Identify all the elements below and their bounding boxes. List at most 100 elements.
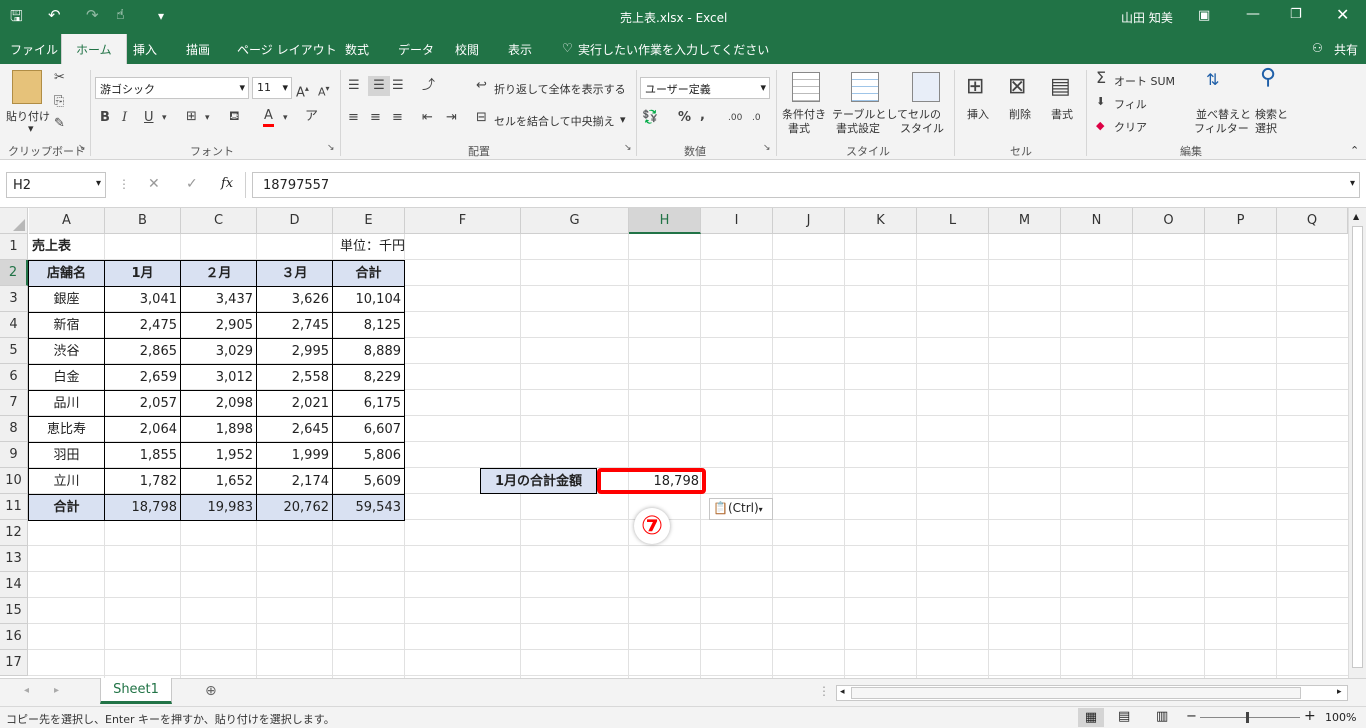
table-header-cell[interactable]: ２月 — [180, 260, 257, 287]
save-icon[interactable]: 🖫 — [10, 6, 23, 31]
tab-formulas[interactable]: 数式 — [345, 41, 369, 58]
wrap-text-icon[interactable]: ↩ — [476, 78, 487, 94]
enter-icon[interactable]: ✓ — [186, 176, 198, 192]
clear-button[interactable]: クリア — [1114, 119, 1147, 135]
select-all-button[interactable] — [0, 208, 28, 234]
increase-indent-icon[interactable]: ⇥ — [446, 110, 457, 126]
tell-me-box[interactable]: 実行したい作業を入力してください — [578, 41, 769, 58]
side-label[interactable]: 1月の合計金額 — [480, 468, 597, 494]
cell-styles-icon[interactable] — [912, 72, 940, 102]
collapse-ribbon-icon[interactable]: ⌃ — [1350, 144, 1359, 157]
row-header[interactable]: 8 — [0, 416, 28, 442]
table-cell[interactable]: 3,437 — [180, 286, 257, 313]
column-header[interactable]: I — [701, 208, 773, 234]
conditional-formatting-button-line2[interactable]: 書式 — [788, 120, 810, 136]
copy-icon[interactable]: ⎘ — [54, 94, 64, 110]
clear-icon[interactable]: ◆ — [1096, 118, 1104, 134]
table-cell[interactable]: 3,041 — [104, 286, 181, 313]
table-cell[interactable]: 8,889 — [332, 338, 405, 365]
redo-icon[interactable]: ↷ — [86, 6, 99, 24]
ribbon-display-options-icon[interactable]: ▣ — [1198, 8, 1210, 23]
total-row-cell[interactable]: 合計 — [28, 494, 105, 521]
table-cell[interactable]: 2,174 — [256, 468, 333, 495]
number-format-combobox[interactable]: ユーザー定義 ▾ — [640, 77, 770, 99]
tab-home[interactable]: ホーム — [61, 34, 127, 64]
name-box[interactable]: H2 ▾ — [6, 172, 106, 198]
delete-cells-button[interactable]: 削除 — [1009, 106, 1031, 122]
increase-decimal-icon[interactable]: .00 — [728, 110, 742, 126]
unit-label[interactable]: 単位：千円 — [257, 234, 408, 260]
column-header[interactable]: O — [1133, 208, 1205, 234]
tab-draw[interactable]: 描画 — [186, 41, 210, 58]
cell-styles-button-line2[interactable]: スタイル — [900, 120, 944, 136]
cut-icon[interactable]: ✂ — [54, 70, 65, 86]
total-row-cell[interactable]: 59,543 — [332, 494, 405, 521]
normal-view-icon[interactable]: ▦ — [1078, 708, 1104, 727]
sheet-tab-sheet1[interactable]: Sheet1 — [100, 678, 172, 704]
table-cell[interactable]: 1,855 — [104, 442, 181, 469]
scroll-up-icon[interactable]: ▲ — [1353, 212, 1359, 221]
prev-sheet-icon[interactable]: ◂ — [24, 685, 29, 696]
zoom-level[interactable]: 100% — [1325, 711, 1356, 724]
row-header[interactable]: 15 — [0, 598, 28, 624]
table-cell[interactable]: 6,175 — [332, 390, 405, 417]
column-header[interactable]: C — [181, 208, 257, 234]
column-header[interactable]: M — [989, 208, 1061, 234]
column-header[interactable]: B — [105, 208, 181, 234]
align-right-icon[interactable]: ≡ — [392, 110, 403, 126]
borders-icon[interactable]: ⊞ — [186, 109, 197, 125]
column-header[interactable]: Q — [1277, 208, 1348, 234]
format-as-table-icon[interactable] — [851, 72, 879, 102]
table-cell[interactable]: 2,865 — [104, 338, 181, 365]
zoom-in-icon[interactable]: + — [1304, 708, 1316, 724]
zoom-slider[interactable] — [1200, 717, 1300, 718]
column-header[interactable]: E — [333, 208, 405, 234]
paste-dropdown-icon[interactable]: ▾ — [28, 122, 34, 135]
share-icon[interactable]: ⚇ — [1312, 41, 1323, 55]
column-header[interactable]: J — [773, 208, 845, 234]
insert-function-icon[interactable]: fx — [221, 176, 233, 191]
row-header[interactable]: 2 — [0, 260, 28, 286]
align-top-icon[interactable]: ☰ — [348, 78, 360, 94]
total-row-cell[interactable]: 18,798 — [104, 494, 181, 521]
table-cell[interactable]: 1,952 — [180, 442, 257, 469]
selected-cell-h2[interactable]: 18,798 — [597, 468, 706, 494]
column-header[interactable]: N — [1061, 208, 1133, 234]
table-cell[interactable]: 2,558 — [256, 364, 333, 391]
customize-qat-icon[interactable]: ▾ — [158, 9, 164, 23]
table-cell[interactable]: 5,806 — [332, 442, 405, 469]
row-header[interactable]: 6 — [0, 364, 28, 390]
decrease-indent-icon[interactable]: ⇤ — [422, 110, 433, 126]
align-center-icon[interactable]: ≡ — [370, 110, 381, 126]
comma-style-icon[interactable]: , — [700, 108, 705, 124]
sort-filter-button-line2[interactable]: フィルター — [1194, 120, 1249, 136]
autosum-icon[interactable]: Σ — [1096, 70, 1106, 86]
table-cell[interactable]: 2,905 — [180, 312, 257, 339]
column-header[interactable]: D — [257, 208, 333, 234]
format-cells-icon[interactable]: ▤ — [1050, 74, 1071, 100]
shrink-font-icon[interactable]: A▾ — [318, 81, 330, 101]
tab-insert[interactable]: 挿入 — [133, 41, 157, 58]
font-name-combobox[interactable]: 游ゴシック ▾ — [95, 77, 249, 99]
font-color-icon[interactable]: A — [263, 108, 274, 127]
table-cell[interactable]: 渋谷 — [28, 338, 105, 365]
merge-center-icon[interactable]: ⊟ — [476, 110, 487, 126]
formula-input[interactable]: 18797557 ▾ — [252, 172, 1360, 198]
table-cell[interactable]: 2,057 — [104, 390, 181, 417]
row-header[interactable]: 3 — [0, 286, 28, 312]
row-header[interactable]: 10 — [0, 468, 28, 494]
paste-icon[interactable] — [12, 70, 42, 104]
align-middle-icon[interactable]: ☰ — [368, 76, 390, 96]
table-cell[interactable]: 2,659 — [104, 364, 181, 391]
table-cell[interactable]: 5,609 — [332, 468, 405, 495]
vertical-scrollbar[interactable]: ▲ — [1348, 208, 1366, 678]
align-bottom-icon[interactable]: ☰ — [392, 78, 404, 94]
clipboard-launcher-icon[interactable]: ↘ — [78, 143, 86, 153]
restore-icon[interactable]: ❐ — [1290, 7, 1302, 22]
column-header[interactable]: P — [1205, 208, 1277, 234]
format-cells-button[interactable]: 書式 — [1051, 106, 1073, 122]
undo-icon[interactable]: ↶ — [48, 6, 61, 24]
next-sheet-icon[interactable]: ▸ — [54, 685, 59, 696]
share-button[interactable]: 共有 — [1334, 41, 1358, 58]
close-icon[interactable]: ✕ — [1336, 5, 1349, 24]
